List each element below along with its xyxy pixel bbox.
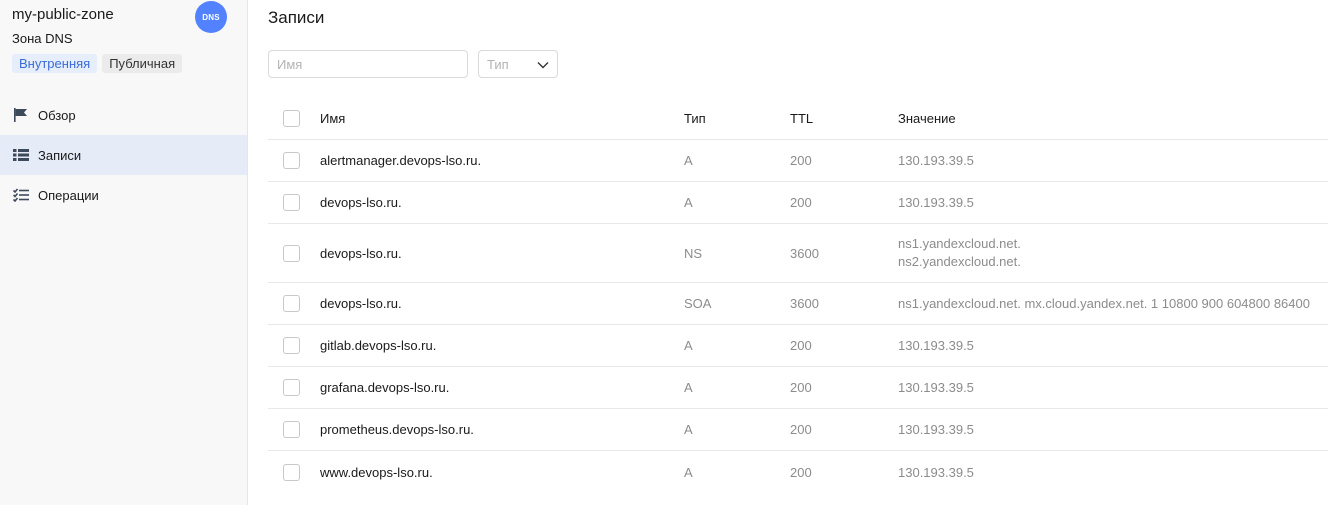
record-ttl: 200 bbox=[790, 195, 812, 210]
record-value: ns1.yandexcloud.net. ns2.yandexcloud.net… bbox=[898, 224, 1328, 282]
record-type: A bbox=[684, 464, 693, 480]
record-ttl: 200 bbox=[790, 153, 812, 168]
record-ttl: 200 bbox=[790, 464, 812, 480]
record-ttl: 3600 bbox=[790, 296, 819, 311]
record-name: alertmanager.devops-lso.ru. bbox=[320, 153, 482, 168]
sidebar: my-public-zone Зона DNS DNS Внутренняя П… bbox=[0, 0, 248, 505]
main-content: Записи Тип Имя Тип TTL Значение alertman… bbox=[248, 0, 1328, 505]
zone-subtitle: Зона DNS bbox=[12, 31, 73, 46]
record-ttl: 200 bbox=[790, 380, 812, 395]
list-icon bbox=[12, 147, 30, 163]
sidebar-item-operations[interactable]: Операции bbox=[0, 175, 247, 215]
record-type: A bbox=[684, 338, 693, 353]
record-value: 130.193.39.5 bbox=[898, 380, 974, 395]
record-type: A bbox=[684, 153, 693, 168]
name-filter-input[interactable] bbox=[268, 50, 468, 78]
table-row[interactable]: grafana.devops-lso.ru. A 200 130.193.39.… bbox=[268, 367, 1328, 409]
chevron-down-icon bbox=[537, 57, 549, 72]
record-ttl: 200 bbox=[790, 422, 812, 437]
sidebar-item-records[interactable]: Записи bbox=[0, 135, 247, 175]
record-value-line: ns2.yandexcloud.net. bbox=[898, 254, 1021, 269]
records-table: Имя Тип TTL Значение alertmanager.devops… bbox=[268, 97, 1328, 493]
record-value: ns1.yandexcloud.net. mx.cloud.yandex.net… bbox=[898, 296, 1310, 311]
record-type: A bbox=[684, 422, 693, 437]
record-value: 130.193.39.5 bbox=[898, 422, 974, 437]
sidebar-nav: Обзор Записи Операции bbox=[0, 95, 247, 215]
row-checkbox[interactable] bbox=[283, 421, 300, 438]
column-header-type[interactable]: Тип bbox=[684, 97, 706, 139]
table-row[interactable]: gitlab.devops-lso.ru. A 200 130.193.39.5 bbox=[268, 325, 1328, 367]
sidebar-item-label: Обзор bbox=[38, 107, 76, 123]
select-all-checkbox[interactable] bbox=[283, 109, 300, 127]
row-checkbox[interactable] bbox=[283, 244, 300, 262]
row-checkbox[interactable] bbox=[283, 194, 300, 211]
record-name: prometheus.devops-lso.ru. bbox=[320, 422, 474, 437]
page-title: Записи bbox=[268, 8, 325, 27]
table-row[interactable]: devops-lso.ru. SOA 3600 ns1.yandexcloud.… bbox=[268, 283, 1328, 325]
record-value: 130.193.39.5 bbox=[898, 153, 974, 168]
record-value: 130.193.39.5 bbox=[898, 464, 974, 480]
table-row[interactable]: www.devops-lso.ru. A 200 130.193.39.5 bbox=[268, 451, 1328, 493]
tag-public: Публичная bbox=[102, 54, 183, 73]
row-checkbox[interactable] bbox=[283, 152, 300, 169]
record-value-line: ns1.yandexcloud.net. bbox=[898, 236, 1021, 251]
dns-service-icon: DNS bbox=[195, 1, 227, 33]
sidebar-item-label: Операции bbox=[38, 187, 99, 203]
column-header-ttl[interactable]: TTL bbox=[790, 97, 813, 139]
sidebar-item-overview[interactable]: Обзор bbox=[0, 95, 247, 135]
zone-tags: Внутренняя Публичная bbox=[12, 54, 183, 73]
table-row[interactable]: devops-lso.ru. NS 3600 ns1.yandexcloud.n… bbox=[268, 224, 1328, 283]
flag-icon bbox=[12, 107, 30, 123]
record-ttl: 3600 bbox=[790, 245, 819, 261]
row-checkbox[interactable] bbox=[283, 463, 300, 481]
record-name: grafana.devops-lso.ru. bbox=[320, 380, 450, 395]
record-type: SOA bbox=[684, 296, 712, 311]
tag-internal: Внутренняя bbox=[12, 54, 98, 73]
zone-name: my-public-zone bbox=[12, 6, 114, 23]
column-header-value[interactable]: Значение bbox=[898, 97, 1328, 139]
table-row[interactable]: devops-lso.ru. A 200 130.193.39.5 bbox=[268, 182, 1328, 224]
row-checkbox[interactable] bbox=[283, 295, 300, 312]
row-checkbox[interactable] bbox=[283, 337, 300, 354]
record-name: devops-lso.ru. bbox=[320, 245, 402, 261]
table-row[interactable]: alertmanager.devops-lso.ru. A 200 130.19… bbox=[268, 140, 1328, 182]
record-type: NS bbox=[684, 245, 703, 261]
record-ttl: 200 bbox=[790, 338, 812, 353]
record-type: A bbox=[684, 195, 693, 210]
record-value: 130.193.39.5 bbox=[898, 338, 974, 353]
table-row[interactable]: prometheus.devops-lso.ru. A 200 130.193.… bbox=[268, 409, 1328, 451]
record-value: 130.193.39.5 bbox=[898, 195, 974, 210]
record-name: www.devops-lso.ru. bbox=[320, 464, 433, 480]
column-header-name[interactable]: Имя bbox=[320, 97, 345, 139]
type-filter-placeholder: Тип bbox=[487, 56, 509, 72]
checklist-icon bbox=[12, 187, 30, 203]
record-name: gitlab.devops-lso.ru. bbox=[320, 338, 437, 353]
row-checkbox[interactable] bbox=[283, 379, 300, 396]
sidebar-item-label: Записи bbox=[38, 147, 82, 163]
record-name: devops-lso.ru. bbox=[320, 195, 402, 210]
record-type: A bbox=[684, 380, 693, 395]
type-filter-select[interactable]: Тип bbox=[478, 50, 558, 78]
table-header: Имя Тип TTL Значение bbox=[268, 97, 1328, 140]
record-name: devops-lso.ru. bbox=[320, 296, 402, 311]
